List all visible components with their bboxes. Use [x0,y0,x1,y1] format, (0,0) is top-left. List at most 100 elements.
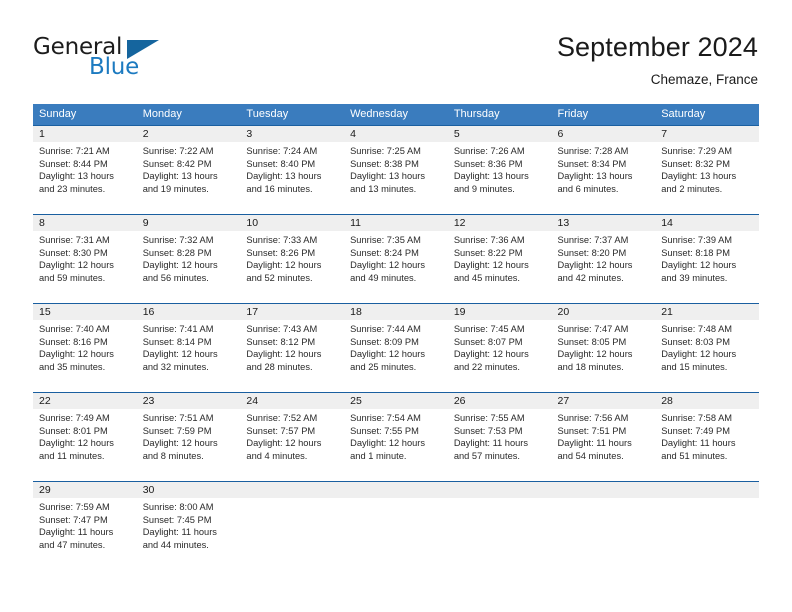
daylight-text-line2: and 45 minutes. [453,272,520,283]
day-cell[interactable]: Sunrise: 7:28 AM Sunset: 8:34 PM Dayligh… [552,142,656,214]
day-number[interactable]: 15 [33,304,137,320]
day-number[interactable]: 14 [655,215,759,231]
day-cell[interactable]: Sunrise: 8:00 AM Sunset: 7:45 PM Dayligh… [137,498,241,570]
day-cell[interactable]: Sunrise: 7:58 AM Sunset: 7:49 PM Dayligh… [655,409,759,481]
day-number[interactable]: 30 [137,482,241,498]
day-number[interactable]: 21 [655,304,759,320]
sunrise-text: Sunrise: 7:25 AM [350,146,421,156]
day-number[interactable]: 1 [33,126,137,142]
brand-logo[interactable]: General Blue [33,34,263,90]
week-row: 22 23 24 25 26 27 28 Sunrise: 7:49 AM Su… [33,392,759,481]
daylight-text-line2: and 16 minutes. [246,183,313,194]
day-number-empty [552,482,656,498]
sunrise-text: Sunrise: 7:51 AM [142,413,214,423]
day-cell[interactable]: Sunrise: 7:24 AM Sunset: 8:40 PM Dayligh… [240,142,344,214]
week-detail-band: Sunrise: 7:21 AM Sunset: 8:44 PM Dayligh… [33,142,759,214]
day-cell[interactable]: Sunrise: 7:51 AM Sunset: 7:59 PM Dayligh… [137,409,241,481]
daylight-text-line2: and 25 minutes. [350,361,417,372]
sunset-text: Sunset: 8:32 PM [661,158,730,169]
day-cell[interactable]: Sunrise: 7:56 AM Sunset: 7:51 PM Dayligh… [552,409,656,481]
sunrise-text: Sunrise: 7:36 AM [453,235,525,245]
day-number[interactable]: 5 [448,126,552,142]
day-cell[interactable]: Sunrise: 7:37 AM Sunset: 8:20 PM Dayligh… [552,231,656,303]
day-number[interactable]: 25 [344,393,448,409]
day-number[interactable]: 22 [33,393,137,409]
day-cell[interactable]: Sunrise: 7:43 AM Sunset: 8:12 PM Dayligh… [240,320,344,392]
weekday-header-sunday: Sunday [39,108,77,120]
day-number[interactable]: 27 [552,393,656,409]
daylight-text-line1: Daylight: 13 hours [661,171,737,182]
day-number[interactable]: 29 [33,482,137,498]
day-cell[interactable]: Sunrise: 7:21 AM Sunset: 8:44 PM Dayligh… [33,142,137,214]
sunrise-text: Sunrise: 8:00 AM [142,502,214,512]
day-number[interactable]: 7 [655,126,759,142]
day-number[interactable]: 10 [240,215,344,231]
day-cell[interactable]: Sunrise: 7:25 AM Sunset: 8:38 PM Dayligh… [344,142,448,214]
daylight-text-line2: and 42 minutes. [557,272,624,283]
sunset-text: Sunset: 7:45 PM [142,514,212,525]
day-cell[interactable]: Sunrise: 7:52 AM Sunset: 7:57 PM Dayligh… [240,409,344,481]
day-number[interactable]: 9 [137,215,241,231]
day-cell[interactable]: Sunrise: 7:59 AM Sunset: 7:47 PM Dayligh… [33,498,137,570]
week-row: 29 30 Sunrise: 7:59 AM Sunset: 7:47 PM D… [33,481,759,570]
daylight-text-line2: and 51 minutes. [661,450,728,461]
day-cell[interactable]: Sunrise: 7:45 AM Sunset: 8:07 PM Dayligh… [448,320,552,392]
sunset-text: Sunset: 8:20 PM [557,247,627,258]
week-detail-band: Sunrise: 7:59 AM Sunset: 7:47 PM Dayligh… [33,498,759,570]
day-cell[interactable]: Sunrise: 7:41 AM Sunset: 8:14 PM Dayligh… [137,320,241,392]
day-cell[interactable]: Sunrise: 7:48 AM Sunset: 8:03 PM Dayligh… [655,320,759,392]
sunset-text: Sunset: 8:03 PM [661,336,730,347]
day-number[interactable]: 24 [240,393,344,409]
daylight-text-line2: and 35 minutes. [39,361,106,372]
daylight-text-line2: and 47 minutes. [39,539,106,550]
day-cell[interactable]: Sunrise: 7:22 AM Sunset: 8:42 PM Dayligh… [137,142,241,214]
day-cell[interactable]: Sunrise: 7:54 AM Sunset: 7:55 PM Dayligh… [344,409,448,481]
day-cell[interactable]: Sunrise: 7:39 AM Sunset: 8:18 PM Dayligh… [655,231,759,303]
day-number[interactable]: 23 [137,393,241,409]
day-number[interactable]: 12 [448,215,552,231]
sunrise-text: Sunrise: 7:47 AM [557,324,629,334]
day-cell[interactable]: Sunrise: 7:36 AM Sunset: 8:22 PM Dayligh… [448,231,552,303]
sunset-text: Sunset: 8:05 PM [557,336,627,347]
week-row: 1 2 3 4 5 6 7 Sunrise: 7:21 AM Sunset: 8… [33,125,759,214]
day-cell[interactable]: Sunrise: 7:32 AM Sunset: 8:28 PM Dayligh… [137,231,241,303]
day-number[interactable]: 28 [655,393,759,409]
day-cell[interactable]: Sunrise: 7:44 AM Sunset: 8:09 PM Dayligh… [344,320,448,392]
week-day-number-band: 8 9 10 11 12 13 14 [33,215,759,231]
sunset-text: Sunset: 8:44 PM [39,158,108,169]
day-cell[interactable]: Sunrise: 7:49 AM Sunset: 8:01 PM Dayligh… [33,409,137,481]
day-number[interactable]: 8 [33,215,137,231]
day-number[interactable]: 3 [240,126,344,142]
day-number[interactable]: 6 [552,126,656,142]
day-number[interactable]: 4 [344,126,448,142]
day-cell[interactable]: Sunrise: 7:40 AM Sunset: 8:16 PM Dayligh… [33,320,137,392]
daylight-text-line2: and 13 minutes. [350,183,417,194]
daylight-text-line2: and 57 minutes. [453,450,520,461]
daylight-text-line1: Daylight: 12 hours [557,260,633,271]
day-number[interactable]: 17 [240,304,344,320]
daylight-text-line1: Daylight: 12 hours [246,349,322,360]
sunset-text: Sunset: 8:30 PM [39,247,108,258]
daylight-text-line2: and 19 minutes. [142,183,209,194]
day-number[interactable]: 18 [344,304,448,320]
day-number[interactable]: 20 [552,304,656,320]
day-cell[interactable]: Sunrise: 7:26 AM Sunset: 8:36 PM Dayligh… [448,142,552,214]
sunset-text: Sunset: 7:51 PM [557,425,627,436]
day-cell-empty [655,498,759,570]
day-number[interactable]: 11 [344,215,448,231]
day-cell[interactable]: Sunrise: 7:29 AM Sunset: 8:32 PM Dayligh… [655,142,759,214]
day-number[interactable]: 26 [448,393,552,409]
daylight-text-line2: and 54 minutes. [557,450,624,461]
daylight-text-line2: and 18 minutes. [557,361,624,372]
daylight-text-line2: and 6 minutes. [557,183,619,194]
day-cell[interactable]: Sunrise: 7:31 AM Sunset: 8:30 PM Dayligh… [33,231,137,303]
day-cell[interactable]: Sunrise: 7:35 AM Sunset: 8:24 PM Dayligh… [344,231,448,303]
day-number[interactable]: 13 [552,215,656,231]
day-number[interactable]: 2 [137,126,241,142]
day-number[interactable]: 19 [448,304,552,320]
sunset-text: Sunset: 8:12 PM [246,336,316,347]
day-cell[interactable]: Sunrise: 7:55 AM Sunset: 7:53 PM Dayligh… [448,409,552,481]
day-cell[interactable]: Sunrise: 7:47 AM Sunset: 8:05 PM Dayligh… [552,320,656,392]
day-number[interactable]: 16 [137,304,241,320]
day-cell[interactable]: Sunrise: 7:33 AM Sunset: 8:26 PM Dayligh… [240,231,344,303]
